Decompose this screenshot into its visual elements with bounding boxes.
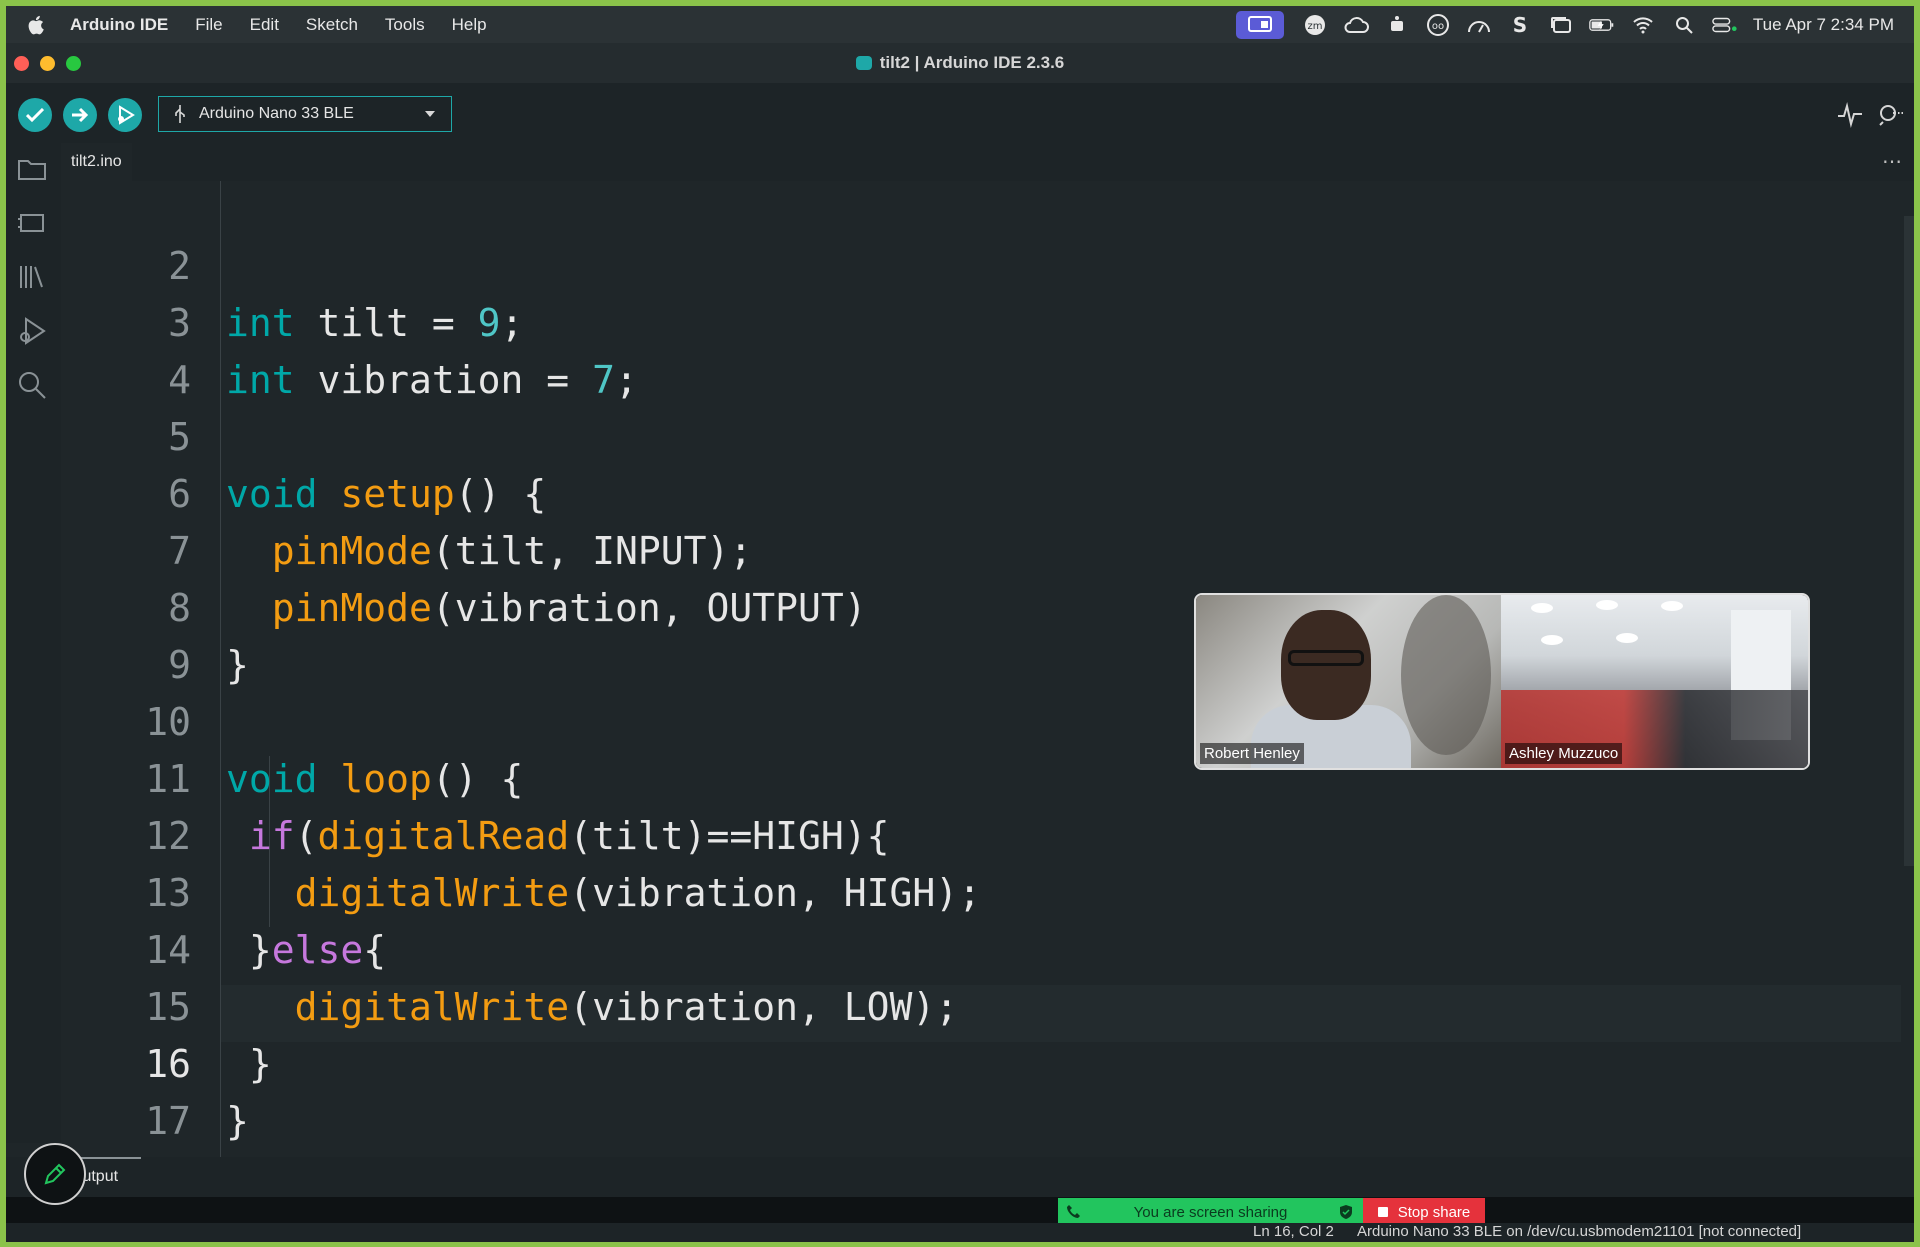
svg-text:S: S <box>1513 15 1527 35</box>
ceiling-light <box>1541 635 1563 645</box>
cursor-position[interactable]: Ln 16, Col 2 <box>1253 1223 1334 1240</box>
chevron-down-icon <box>425 111 435 117</box>
control-center-icon[interactable] <box>1712 14 1738 36</box>
screen: Arduino IDE File Edit Sketch Tools Help … <box>6 6 1914 1242</box>
debug-sidebar-icon[interactable] <box>16 315 48 347</box>
search-icon[interactable] <box>1671 14 1697 36</box>
window-icon[interactable] <box>1548 14 1574 36</box>
status-bar: Ln 16, Col 2 Arduino Nano 33 BLE on /dev… <box>6 1223 1914 1242</box>
minimize-window-button[interactable] <box>40 56 55 71</box>
output-console[interactable] <box>6 1197 1914 1223</box>
stop-share-label: Stop share <box>1397 1203 1471 1221</box>
pencil-icon <box>44 1163 66 1185</box>
screen-share-bar: You are screen sharing Stop share <box>1058 1198 1485 1226</box>
code-line: 7 pinMode(vibration, OUTPUT) <box>61 466 1861 630</box>
window-controls <box>14 56 92 71</box>
participant-video[interactable]: Ashley Muzzuco <box>1501 595 1808 768</box>
tab-label: tilt2.ino <box>71 153 122 170</box>
robot-icon[interactable] <box>1384 14 1410 36</box>
serial-monitor-icon[interactable] <box>1876 100 1904 128</box>
stop-share-button[interactable]: Stop share <box>1363 1198 1485 1226</box>
library-icon[interactable] <box>16 261 48 293</box>
usb-icon <box>175 105 185 123</box>
code-line: 13 }else{ <box>61 808 1861 972</box>
cloud-icon[interactable] <box>1343 14 1369 36</box>
menu-bar: Arduino IDE File Edit Sketch Tools Help … <box>6 6 1914 43</box>
arduino-logo-icon <box>855 56 872 70</box>
menu-file[interactable]: File <box>195 15 222 35</box>
editor-scrollbar[interactable] <box>1904 216 1914 866</box>
code-line: 16 } <box>61 979 1861 1143</box>
window-titlebar: tilt2 | Arduino IDE 2.3.6 <box>6 43 1914 83</box>
menu-tools[interactable]: Tools <box>385 15 425 35</box>
search-sidebar-icon[interactable] <box>16 369 48 401</box>
annotate-button[interactable] <box>24 1143 86 1205</box>
menu-edit[interactable]: Edit <box>250 15 279 35</box>
s-icon[interactable]: S <box>1507 14 1533 36</box>
stop-icon <box>1377 1207 1388 1217</box>
code-line: 2 int tilt = 9; <box>61 181 1861 345</box>
code-line: 15 } <box>61 922 1861 1086</box>
code-line: 17 <box>61 1036 1861 1143</box>
toolbar: Arduino Nano 33 BLE <box>6 83 1914 143</box>
menu-sketch[interactable]: Sketch <box>306 15 358 35</box>
menu-clock[interactable]: Tue Apr 7 2:34 PM <box>1753 15 1894 35</box>
phone-icon <box>1067 1205 1080 1218</box>
shield-icon <box>1340 1205 1352 1219</box>
menu-help[interactable]: Help <box>452 15 487 35</box>
close-window-button[interactable] <box>14 56 29 71</box>
menu-app-name[interactable]: Arduino IDE <box>70 15 168 35</box>
boards-manager-icon[interactable] <box>16 207 48 239</box>
arrow-right-icon <box>72 107 89 123</box>
ceiling-light <box>1661 601 1683 611</box>
code-line: 5 void setup() { <box>61 352 1861 516</box>
code-line: 6 pinMode(tilt, INPUT); <box>61 409 1861 573</box>
checkmark-icon <box>26 108 44 122</box>
board-selector[interactable]: Arduino Nano 33 BLE <box>158 96 452 132</box>
activity-bar <box>6 143 61 1143</box>
board-name: Arduino Nano 33 BLE <box>199 105 354 122</box>
glasses <box>1288 650 1364 666</box>
battery-icon[interactable] <box>1589 14 1615 36</box>
menu-tray: zm oo S Tue Apr 7 2:34 PM <box>1235 6 1914 43</box>
svg-text:oo: oo <box>1432 21 1444 32</box>
code-line: 18 <box>61 1093 1861 1200</box>
upload-button[interactable] <box>63 98 97 132</box>
debug-icon <box>118 105 135 125</box>
debug-button[interactable] <box>108 98 142 132</box>
maximize-window-button[interactable] <box>66 56 81 71</box>
sharing-status-text: You are screen sharing <box>1133 1203 1288 1221</box>
verify-button[interactable] <box>18 98 52 132</box>
participant-name: Ashley Muzzuco <box>1505 743 1623 764</box>
editor-tabs: tilt2.ino ⋯ <box>61 143 1914 181</box>
board-status[interactable]: Arduino Nano 33 BLE on /dev/cu.usbmodem2… <box>1357 1223 1801 1240</box>
wifi-icon[interactable] <box>1630 14 1656 36</box>
code-line: 8 } <box>61 523 1861 687</box>
ceiling-light <box>1616 633 1638 643</box>
screen-share-icon[interactable] <box>1235 10 1284 39</box>
code-line: 4 <box>61 295 1861 402</box>
video-call-overlay[interactable]: Robert Henley Ashley Muzzuco <box>1194 593 1810 770</box>
window-title: tilt2 | Arduino IDE 2.3.6 <box>879 53 1065 72</box>
infinity-icon[interactable]: oo <box>1425 13 1451 36</box>
tab-tilt2[interactable]: tilt2.ino <box>61 143 132 181</box>
svg-text:zm: zm <box>1307 21 1322 32</box>
ceiling-light <box>1596 600 1618 610</box>
zoom-icon[interactable]: zm <box>1302 14 1328 36</box>
more-icon[interactable]: ⋯ <box>1882 149 1902 174</box>
sharing-status[interactable]: You are screen sharing <box>1058 1198 1363 1226</box>
speedometer-icon[interactable] <box>1466 14 1492 36</box>
ceiling-light <box>1531 603 1553 613</box>
folder-icon[interactable] <box>16 153 48 185</box>
plotter-icon[interactable] <box>1836 100 1864 128</box>
code-line: 3 int vibration = 7; <box>61 238 1861 402</box>
code-line: 14 digitalWrite(vibration, LOW); <box>61 865 1861 1029</box>
output-panel-header: Output <box>6 1157 1914 1197</box>
apple-icon[interactable] <box>26 14 48 36</box>
background-blur <box>1401 595 1491 755</box>
participant-video[interactable]: Robert Henley <box>1196 595 1501 768</box>
participant-name: Robert Henley <box>1200 743 1304 764</box>
